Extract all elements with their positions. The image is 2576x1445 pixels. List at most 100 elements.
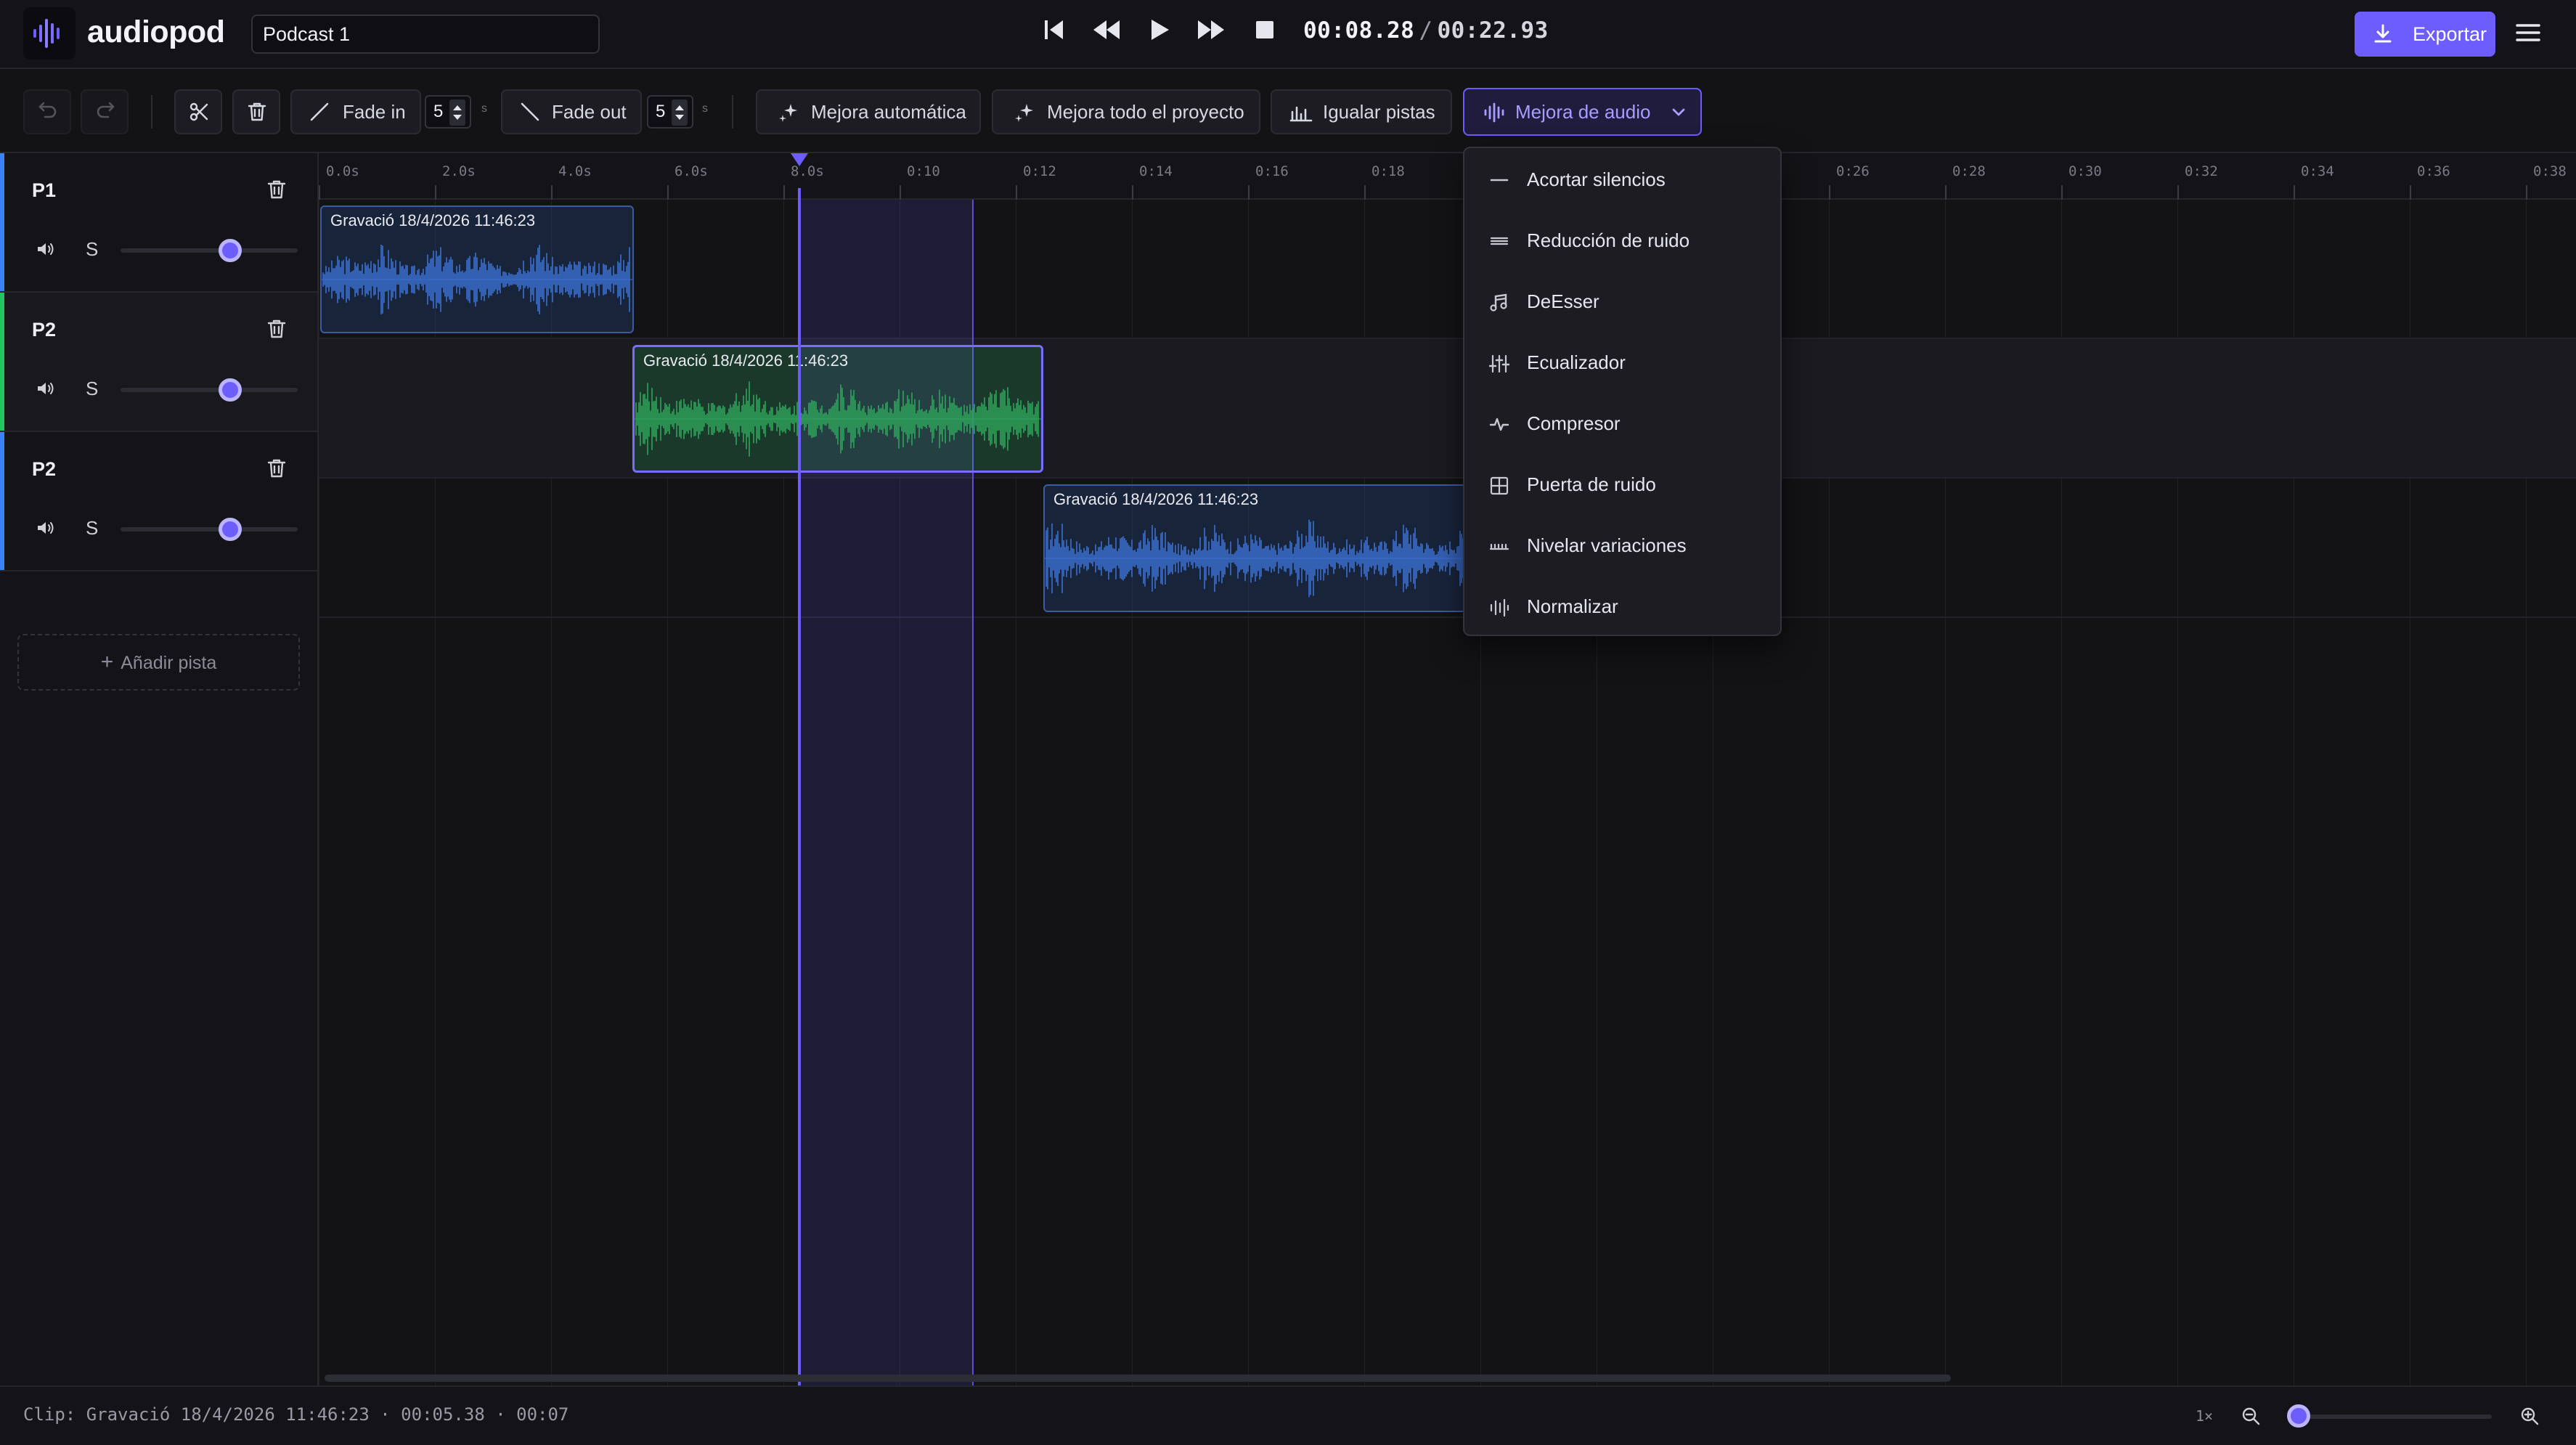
track-color-stripe bbox=[0, 153, 4, 291]
audio-clip[interactable]: Gravació 18/4/2026 11:46:23 bbox=[1043, 484, 1493, 612]
add-track-button[interactable]: + Añadir pista bbox=[17, 634, 300, 691]
fade-out-icon bbox=[521, 102, 539, 121]
zoom-level: 1× bbox=[2196, 1407, 2214, 1425]
solo-toggle[interactable]: S bbox=[86, 238, 98, 261]
time-separator: / bbox=[1419, 17, 1433, 44]
toolbar-divider bbox=[151, 95, 152, 129]
fade-in-value: 5 bbox=[433, 102, 444, 121]
match-tracks-button[interactable]: Igualar pistas bbox=[1271, 89, 1452, 134]
play-icon[interactable] bbox=[1149, 17, 1170, 51]
volume-icon[interactable] bbox=[36, 240, 55, 258]
zoom-out-icon[interactable] bbox=[2241, 1406, 2261, 1426]
fade-out-unit: s bbox=[702, 102, 708, 115]
stepper-arrows-icon[interactable] bbox=[449, 99, 465, 126]
volume-icon[interactable] bbox=[36, 519, 55, 537]
menu-item-deesser[interactable]: DeEsser bbox=[1464, 272, 1780, 333]
volume-slider-handle[interactable] bbox=[218, 239, 242, 262]
redo-button[interactable] bbox=[81, 89, 129, 134]
project-name-input[interactable]: Podcast 1 bbox=[251, 15, 600, 54]
menu-item-label: Normalizar bbox=[1527, 595, 1618, 617]
track-header[interactable]: P1 S bbox=[0, 153, 317, 293]
volume-slider[interactable] bbox=[121, 388, 298, 392]
sparkles-icon bbox=[1015, 104, 1033, 122]
ruler-tick-label: 4.0s bbox=[558, 163, 592, 179]
rewind-icon[interactable] bbox=[1092, 17, 1121, 51]
menu-item-normalize[interactable]: Normalizar bbox=[1464, 577, 1780, 638]
trash-icon[interactable] bbox=[267, 458, 286, 479]
ruler-tick-mark bbox=[1945, 185, 1947, 200]
track-lane[interactable] bbox=[319, 200, 2576, 339]
undo-button[interactable] bbox=[23, 89, 71, 134]
solo-toggle[interactable]: S bbox=[86, 378, 98, 400]
cut-button[interactable] bbox=[174, 89, 222, 134]
audio-enhance-dropdown-button[interactable]: Mejora de audio bbox=[1463, 88, 1702, 136]
menu-item-equalizer[interactable]: Ecualizador bbox=[1464, 333, 1780, 394]
fast-forward-icon[interactable] bbox=[1197, 17, 1226, 51]
menu-item-label: Reducción de ruido bbox=[1527, 229, 1690, 251]
ruler-tick-mark bbox=[1132, 185, 1133, 200]
menu-item-label: Puerta de ruido bbox=[1527, 473, 1656, 495]
redo-icon bbox=[97, 102, 115, 118]
playhead-marker-icon[interactable] bbox=[791, 153, 808, 168]
enhance-project-button[interactable]: Mejora todo el proyecto bbox=[992, 89, 1260, 134]
time-ruler[interactable]: 0.0s 2.0s 4.0s 6.0s 8.0s 0:10 0:12 0:14 0:16 0:18… bbox=[319, 153, 2576, 200]
fade-in-label: Fade in bbox=[343, 101, 406, 123]
enhance-project-label: Mejora todo el proyecto bbox=[1047, 101, 1244, 123]
menu-item-level-variations[interactable]: Nivelar variaciones bbox=[1464, 516, 1780, 577]
volume-slider[interactable] bbox=[121, 248, 298, 253]
track-name[interactable]: P2 bbox=[32, 458, 56, 481]
total-time: 00:22.93 bbox=[1437, 17, 1549, 44]
ruler-tick-mark bbox=[2294, 185, 2295, 200]
volume-slider-handle[interactable] bbox=[218, 518, 242, 541]
export-button[interactable]: Exportar bbox=[2355, 12, 2495, 57]
auto-enhance-button[interactable]: Mejora automática bbox=[756, 89, 981, 134]
menu-item-noise-reduction[interactable]: Reducción de ruido bbox=[1464, 211, 1780, 272]
audio-enhance-label: Mejora de audio bbox=[1515, 101, 1651, 123]
audio-clip[interactable]: Gravació 18/4/2026 11:46:23 bbox=[320, 205, 634, 333]
menu-item-noise-gate[interactable]: Puerta de ruido bbox=[1464, 455, 1780, 516]
volume-slider-handle[interactable] bbox=[218, 378, 242, 402]
sparkles-icon bbox=[779, 104, 797, 122]
track-name[interactable]: P2 bbox=[32, 319, 56, 341]
menu-item-shorten-silences[interactable]: Acortar silencios bbox=[1464, 150, 1780, 211]
fade-in-stepper[interactable]: 5 bbox=[425, 95, 471, 129]
volume-slider[interactable] bbox=[121, 527, 298, 532]
music-note-icon bbox=[1490, 293, 1507, 312]
ruler-tick-mark bbox=[2177, 185, 2179, 200]
trash-icon[interactable] bbox=[267, 179, 286, 200]
solo-toggle[interactable]: S bbox=[86, 517, 98, 540]
ruler-tick-mark bbox=[2061, 185, 2063, 200]
zoom-in-icon[interactable] bbox=[2519, 1406, 2540, 1426]
track-name[interactable]: P1 bbox=[32, 179, 56, 202]
download-icon bbox=[2374, 24, 2392, 43]
menu-item-compressor[interactable]: Compresor bbox=[1464, 394, 1780, 455]
grid-icon bbox=[1490, 476, 1509, 495]
trash-icon[interactable] bbox=[267, 319, 286, 339]
volume-icon[interactable] bbox=[36, 380, 55, 397]
ruler-tick-mark bbox=[551, 185, 553, 200]
zoom-slider-handle[interactable] bbox=[2287, 1404, 2310, 1428]
ruler-tick-mark bbox=[900, 185, 901, 200]
auto-enhance-label: Mejora automática bbox=[811, 101, 966, 123]
delete-button[interactable] bbox=[232, 89, 280, 134]
skip-to-start-icon[interactable] bbox=[1043, 17, 1065, 51]
track-header[interactable]: P2 S bbox=[0, 293, 317, 432]
audio-clip[interactable]: Gravació 18/4/2026 11:46:23 bbox=[632, 345, 1043, 473]
stepper-arrows-icon[interactable] bbox=[672, 99, 688, 126]
ruler-tick-mark bbox=[435, 185, 436, 200]
add-track-label: Añadir pista bbox=[121, 653, 217, 673]
fade-in-button[interactable]: Fade in bbox=[290, 89, 421, 134]
ruler-tick-label: 0:34 bbox=[2301, 163, 2334, 179]
track-header[interactable]: P2 S bbox=[0, 432, 317, 571]
playhead[interactable] bbox=[798, 188, 801, 1385]
hamburger-menu-icon[interactable] bbox=[2515, 22, 2541, 47]
horizontal-scrollbar[interactable] bbox=[325, 1375, 1951, 1382]
zoom-slider[interactable] bbox=[2299, 1415, 2492, 1419]
menu-item-label: Ecualizador bbox=[1527, 351, 1626, 373]
stop-icon[interactable] bbox=[1255, 17, 1275, 51]
timeline[interactable]: 0.0s 2.0s 4.0s 6.0s 8.0s 0:10 0:12 0:14 0:16 0:18… bbox=[319, 153, 2576, 1385]
toolbar: Fade in 5 s Fade out 5 s Mejora automáti… bbox=[0, 70, 2576, 153]
fade-out-stepper[interactable]: 5 bbox=[647, 95, 693, 129]
scissors-icon bbox=[189, 102, 208, 121]
fade-out-button[interactable]: Fade out bbox=[501, 89, 642, 134]
